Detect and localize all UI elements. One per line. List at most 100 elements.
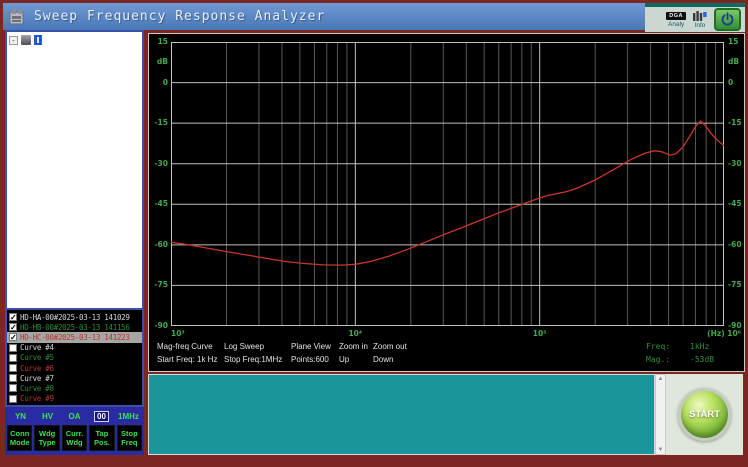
tree-toolbar: -	[7, 32, 142, 48]
button-line: Freq	[121, 438, 138, 447]
x-axis-label: (Hz) 10⁶	[707, 329, 741, 338]
tap-position-display: 00	[94, 411, 109, 422]
power-button[interactable]	[714, 8, 741, 31]
dga-analy-label: Analy	[668, 20, 685, 28]
curve-label: HD-HB-00#2025-03-13 141156	[20, 322, 130, 332]
start-button[interactable]: START	[678, 388, 731, 441]
curve-checkbox[interactable]	[9, 394, 17, 403]
button-line: Wdg	[38, 429, 56, 438]
y-axis-label: dB	[156, 57, 168, 67]
control-button-wdg[interactable]: Wdg Type	[34, 425, 60, 451]
transformer-icon[interactable]	[21, 35, 31, 45]
frequency-response-plot	[171, 42, 724, 326]
chart-menu-down[interactable]: Down	[373, 355, 393, 364]
curve-label: Curve #5	[20, 353, 54, 363]
scroll-down-icon[interactable]: ▼	[658, 447, 664, 453]
scroll-up-icon[interactable]: ▲	[658, 376, 664, 382]
topbar-right: DGA Analy Info	[645, 3, 745, 32]
message-scrollbar[interactable]: ▲ ▼	[655, 374, 666, 455]
title-bar: Sweep Frequency Response Analyzer	[3, 3, 645, 30]
record-tree-panel[interactable]: -	[5, 30, 144, 310]
curve-row[interactable]: Curve #8	[7, 383, 142, 393]
curve-checkbox[interactable]: ✓	[9, 313, 17, 322]
chart-menu-start-freq-1k-hz[interactable]: Start Freq: 1k Hz	[157, 355, 217, 364]
curve-row[interactable]: Curve #4	[7, 343, 142, 353]
readout-mag-label: Mag.:	[646, 355, 671, 364]
control-button-curr[interactable]: Curr. Wdg	[61, 425, 88, 451]
dga-analy-button[interactable]: DGA Analy	[666, 11, 686, 28]
curve-checkbox[interactable]: ✓	[9, 333, 17, 342]
curve-row[interactable]: Curve #7	[7, 373, 142, 383]
app-window: Sweep Frequency Response Analyzer DGA An…	[0, 0, 748, 467]
status-row: YN HV OA 00 1MHz	[7, 408, 142, 425]
y-axis-label: -90	[154, 321, 168, 330]
control-button-stop[interactable]: Stop Freq	[116, 425, 143, 451]
curve-label: HD-HC-00#2025-03-13 141223	[20, 332, 130, 342]
curve-checkbox[interactable]	[9, 364, 17, 373]
button-line: Mode	[9, 438, 30, 447]
button-line: Type	[38, 438, 56, 447]
record-file-icon[interactable]	[34, 35, 42, 45]
y-axis-label: 0	[162, 77, 168, 87]
x-axis-label: 10⁴	[348, 329, 363, 338]
y-axis-label: 15	[157, 37, 168, 46]
curve-label: Curve #9	[20, 394, 54, 404]
chart-panel: 15 15 dB dB 0 0 -15 -15 -30 -30 -45 -45 -60 -60 -75 -75…	[148, 33, 745, 372]
control-button-conn[interactable]: Conn Mode	[7, 425, 33, 451]
curve-list: ✓ HD-HA-00#2025-03-13 141029 ✓ HD-HB-00#202…	[5, 310, 144, 407]
tree-expander-icon[interactable]: -	[9, 35, 18, 45]
curve-row[interactable]: Curve #6	[7, 363, 142, 373]
curve-checkbox[interactable]	[9, 384, 17, 393]
x-axis-label: 10³	[171, 329, 185, 338]
chart-menu-points-600[interactable]: Points:600	[291, 355, 329, 364]
control-button-tap[interactable]: Tap Pos.	[89, 425, 115, 451]
button-line: Stop	[120, 429, 138, 438]
status-value: 1MHz	[118, 412, 139, 421]
chart-menu-zoom-out[interactable]: Zoom out	[373, 342, 407, 351]
button-line: Tap	[95, 429, 109, 438]
chart-menu-zoom-in[interactable]: Zoom in	[339, 342, 368, 351]
curve-row[interactable]: Curve #9	[7, 394, 142, 404]
curve-label: Curve #6	[20, 363, 54, 373]
curve-row[interactable]: Curve #5	[7, 353, 142, 363]
status-value: 00	[88, 411, 115, 422]
y-axis-label: -45	[728, 199, 742, 209]
y-axis-label: -30	[728, 158, 742, 168]
curve-label: Curve #4	[20, 343, 54, 353]
start-panel: START	[666, 374, 743, 455]
chart-menu-log-sweep[interactable]: Log Sweep	[224, 342, 264, 351]
topbar-buttons: DGA Analy Info	[645, 7, 745, 32]
readout-freq-label: Freq:	[646, 342, 671, 351]
y-axis-label: -15	[728, 118, 742, 128]
readout-freq-value: 1kHz	[690, 342, 710, 351]
control-buttons: Conn Mode Wdg Type Curr. Wdg Tap Pos. Stop Freq	[7, 425, 143, 451]
info-label: Info	[694, 21, 706, 29]
chart-menu-plane-view[interactable]: Plane View	[291, 342, 331, 351]
curve-row[interactable]: ✓ HD-HA-00#2025-03-13 141029	[7, 312, 142, 322]
y-axis-label: dB	[728, 57, 740, 67]
button-line: Conn	[10, 429, 30, 438]
curve-checkbox[interactable]	[9, 353, 17, 362]
info-icon	[693, 10, 707, 21]
curve-row[interactable]: ✓ HD-HB-00#2025-03-13 141156	[7, 322, 142, 332]
status-value: OA	[68, 412, 81, 421]
y-axis-label: -75	[154, 280, 168, 290]
curve-checkbox[interactable]	[9, 374, 17, 383]
curve-row[interactable]: ✓ HD-HC-00#2025-03-13 141223	[7, 332, 142, 343]
chart-menu-up[interactable]: Up	[339, 355, 349, 364]
y-axis-label: 15	[728, 37, 739, 46]
window-title: Sweep Frequency Response Analyzer	[34, 9, 326, 24]
curve-checkbox[interactable]: ✓	[9, 323, 17, 332]
curve-label: Curve #8	[20, 383, 54, 393]
message-panel[interactable]	[148, 374, 655, 455]
button-line: Wdg	[66, 438, 83, 447]
curve-checkbox[interactable]	[9, 343, 17, 352]
status-value: YN	[14, 412, 27, 421]
curve-label: HD-HA-00#2025-03-13 141029	[20, 312, 130, 322]
chart-menu-mag-freq-curve[interactable]: Mag-freq Curve	[157, 342, 213, 351]
app-icon	[9, 8, 24, 24]
y-axis-label: -60	[154, 239, 168, 249]
power-icon	[721, 12, 734, 26]
info-button[interactable]: Info	[693, 10, 707, 29]
chart-menu-stop-freq-1mhz[interactable]: Stop Freq:1MHz	[224, 355, 282, 364]
